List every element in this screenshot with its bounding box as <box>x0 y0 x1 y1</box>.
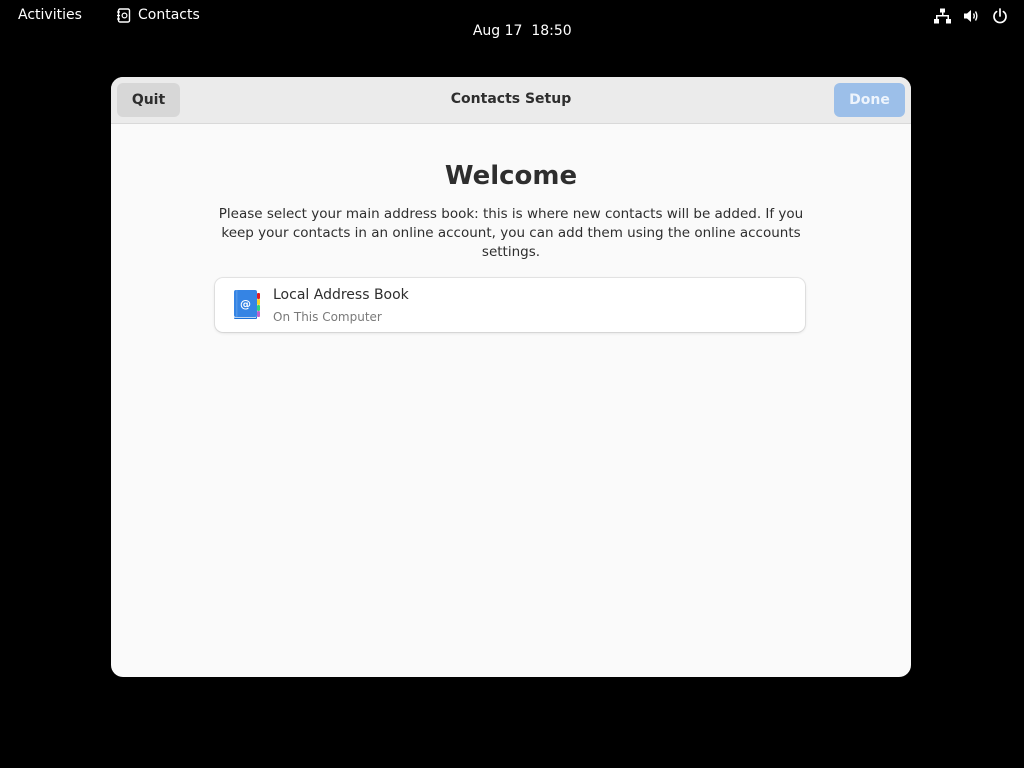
address-book-list: @ Local Address Book On This Computer <box>215 278 805 332</box>
app-menu-button[interactable]: Contacts <box>108 3 209 27</box>
address-book-title: Local Address Book <box>273 287 409 303</box>
quit-button[interactable]: Quit <box>117 83 180 117</box>
activities-label: Activities <box>18 7 82 23</box>
volume-icon <box>963 8 980 24</box>
contacts-app-icon <box>117 7 131 23</box>
svg-text:@: @ <box>240 298 251 311</box>
address-book-row-local[interactable]: @ Local Address Book On This Computer <box>215 278 805 332</box>
top-bar: Activities Contacts Aug 17 18:50 <box>0 0 1024 39</box>
address-book-subtitle: On This Computer <box>273 310 382 324</box>
header-bar: Quit Contacts Setup Done <box>111 77 911 124</box>
window-title: Contacts Setup <box>450 91 572 107</box>
activities-button[interactable]: Activities <box>8 3 92 27</box>
app-name-label: Contacts <box>138 7 200 23</box>
power-icon <box>992 8 1008 24</box>
network-wired-icon <box>934 8 951 24</box>
welcome-heading: Welcome <box>444 161 578 191</box>
address-book-icon: @ <box>233 290 261 320</box>
system-status-menu[interactable] <box>926 3 1016 29</box>
welcome-description: Please select your main address book: th… <box>218 206 804 260</box>
done-button[interactable]: Done <box>834 83 905 117</box>
clock-button[interactable]: Aug 17 18:50 <box>455 3 572 59</box>
clock-label: Aug 17 18:50 <box>472 23 572 39</box>
contacts-setup-window: Quit Contacts Setup Done Welcome Please … <box>111 77 911 677</box>
